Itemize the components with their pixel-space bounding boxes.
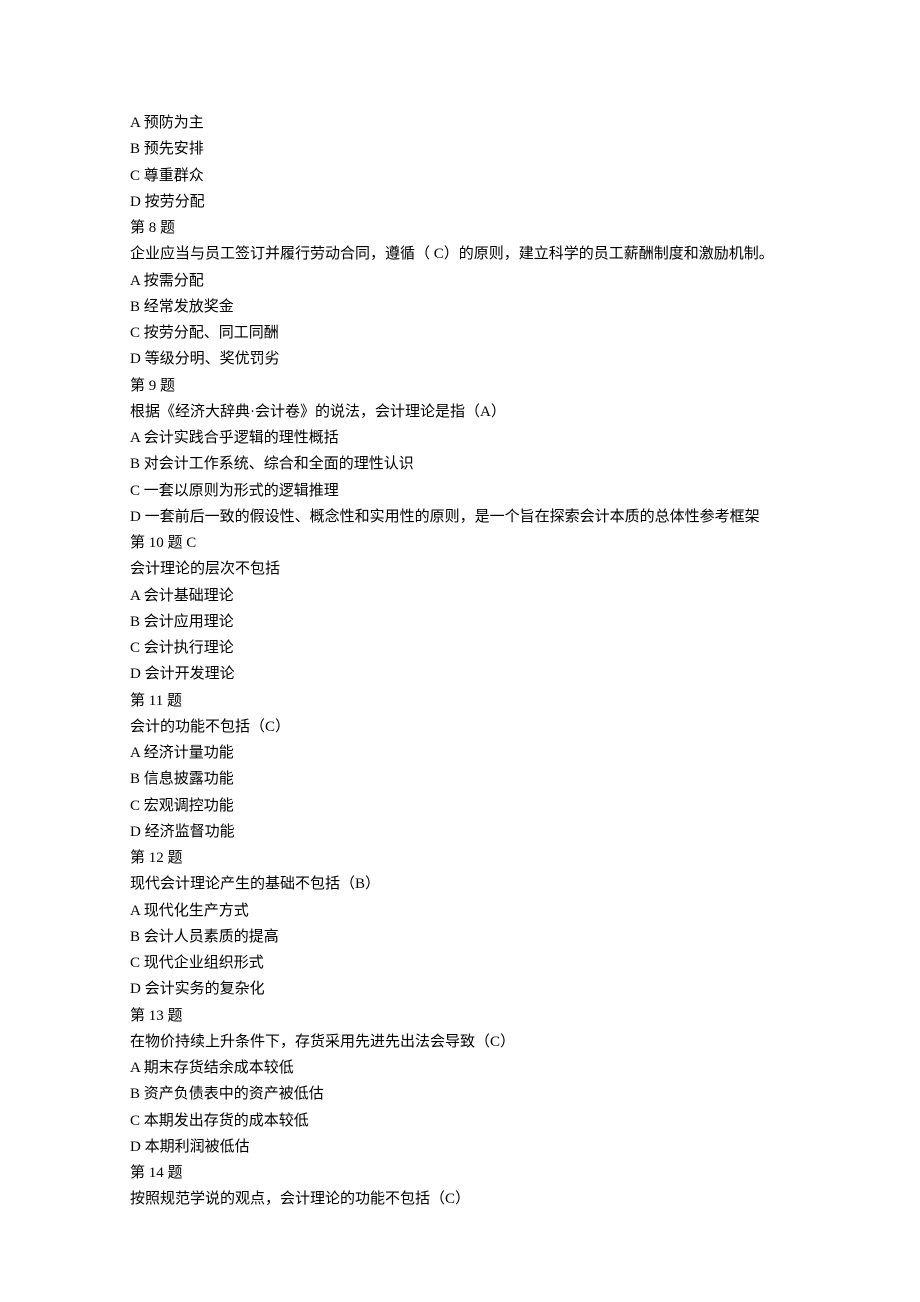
question-text: 按照规范学说的观点，会计理论的功能不包括（C） <box>130 1186 790 1212</box>
option-a: A 会计实践合乎逻辑的理性概括 <box>130 425 790 451</box>
option-c: C 本期发出存货的成本较低 <box>130 1108 790 1134</box>
option-a: A 现代化生产方式 <box>130 898 790 924</box>
option-b: B 资产负债表中的资产被低估 <box>130 1081 790 1107</box>
option-c: C 宏观调控功能 <box>130 793 790 819</box>
option-b: B 会计人员素质的提高 <box>130 924 790 950</box>
question-text: 在物价持续上升条件下，存货采用先进先出法会导致（C） <box>130 1029 790 1055</box>
option-c: C 按劳分配、同工同酬 <box>130 320 790 346</box>
option-a: A 期末存货结余成本较低 <box>130 1055 790 1081</box>
option-c: C 一套以原则为形式的逻辑推理 <box>130 478 790 504</box>
option-b: B 会计应用理论 <box>130 609 790 635</box>
option-b: B 经常发放奖金 <box>130 294 790 320</box>
question-text: 会计理论的层次不包括 <box>130 556 790 582</box>
option-c: C 现代企业组织形式 <box>130 950 790 976</box>
option-b: B 预先安排 <box>130 136 790 162</box>
option-c: C 会计执行理论 <box>130 635 790 661</box>
option-a: A 会计基础理论 <box>130 583 790 609</box>
question-heading: 第 12 题 <box>130 845 790 871</box>
option-a: A 经济计量功能 <box>130 740 790 766</box>
option-d: D 本期利润被低估 <box>130 1134 790 1160</box>
option-d: D 会计开发理论 <box>130 661 790 687</box>
document-page: A 预防为主 B 预先安排 C 尊重群众 D 按劳分配 第 8 题 企业应当与员… <box>0 0 920 1302</box>
question-heading: 第 8 题 <box>130 215 790 241</box>
option-d: D 按劳分配 <box>130 189 790 215</box>
option-a: A 预防为主 <box>130 110 790 136</box>
option-b: B 对会计工作系统、综合和全面的理性认识 <box>130 451 790 477</box>
question-heading: 第 14 题 <box>130 1160 790 1186</box>
question-text: 现代会计理论产生的基础不包括（B） <box>130 871 790 897</box>
question-heading: 第 9 题 <box>130 373 790 399</box>
option-d: D 等级分明、奖优罚劣 <box>130 346 790 372</box>
option-b: B 信息披露功能 <box>130 766 790 792</box>
option-c: C 尊重群众 <box>130 163 790 189</box>
option-a: A 按需分配 <box>130 268 790 294</box>
question-heading: 第 11 题 <box>130 688 790 714</box>
question-text: 根据《经济大辞典·会计卷》的说法，会计理论是指（A） <box>130 399 790 425</box>
question-heading: 第 13 题 <box>130 1003 790 1029</box>
question-heading: 第 10 题 C <box>130 530 790 556</box>
question-text: 会计的功能不包括（C） <box>130 714 790 740</box>
option-d: D 会计实务的复杂化 <box>130 976 790 1002</box>
question-text: 企业应当与员工签订并履行劳动合同，遵循（ C）的原则，建立科学的员工薪酬制度和激… <box>130 241 790 267</box>
option-d: D 一套前后一致的假设性、概念性和实用性的原则，是一个旨在探索会计本质的总体性参… <box>130 504 790 530</box>
option-d: D 经济监督功能 <box>130 819 790 845</box>
